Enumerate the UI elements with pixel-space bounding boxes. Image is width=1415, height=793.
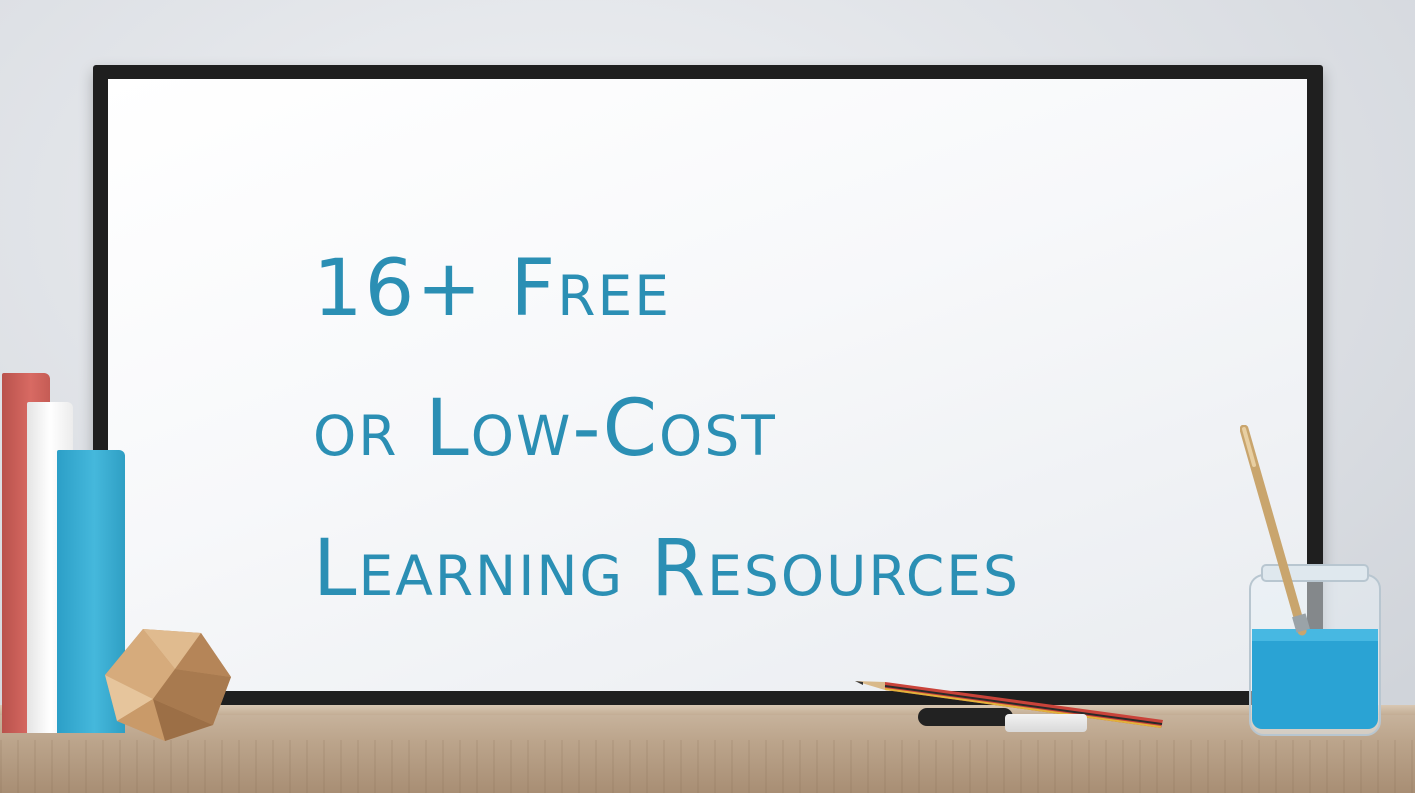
whiteboard-surface: 16+ Free or Low-Cost Learning Resources bbox=[108, 79, 1307, 691]
headline-line-1: 16+ Free bbox=[313, 244, 671, 334]
whiteboard-frame: 16+ Free or Low-Cost Learning Resources bbox=[93, 65, 1323, 705]
wooden-polyhedron-icon bbox=[105, 629, 231, 741]
headline-line-2: or Low-Cost bbox=[313, 384, 777, 474]
eraser-icon bbox=[1005, 714, 1087, 732]
headline-line-3: Learning Resources bbox=[313, 524, 1020, 614]
title-scene: 16+ Free or Low-Cost Learning Resources bbox=[0, 0, 1415, 793]
shelf-grain bbox=[0, 740, 1415, 793]
headline: 16+ Free or Low-Cost Learning Resources bbox=[313, 219, 1020, 639]
paint-jar-with-brush-icon bbox=[1240, 425, 1381, 736]
marker-icon bbox=[918, 708, 1013, 726]
